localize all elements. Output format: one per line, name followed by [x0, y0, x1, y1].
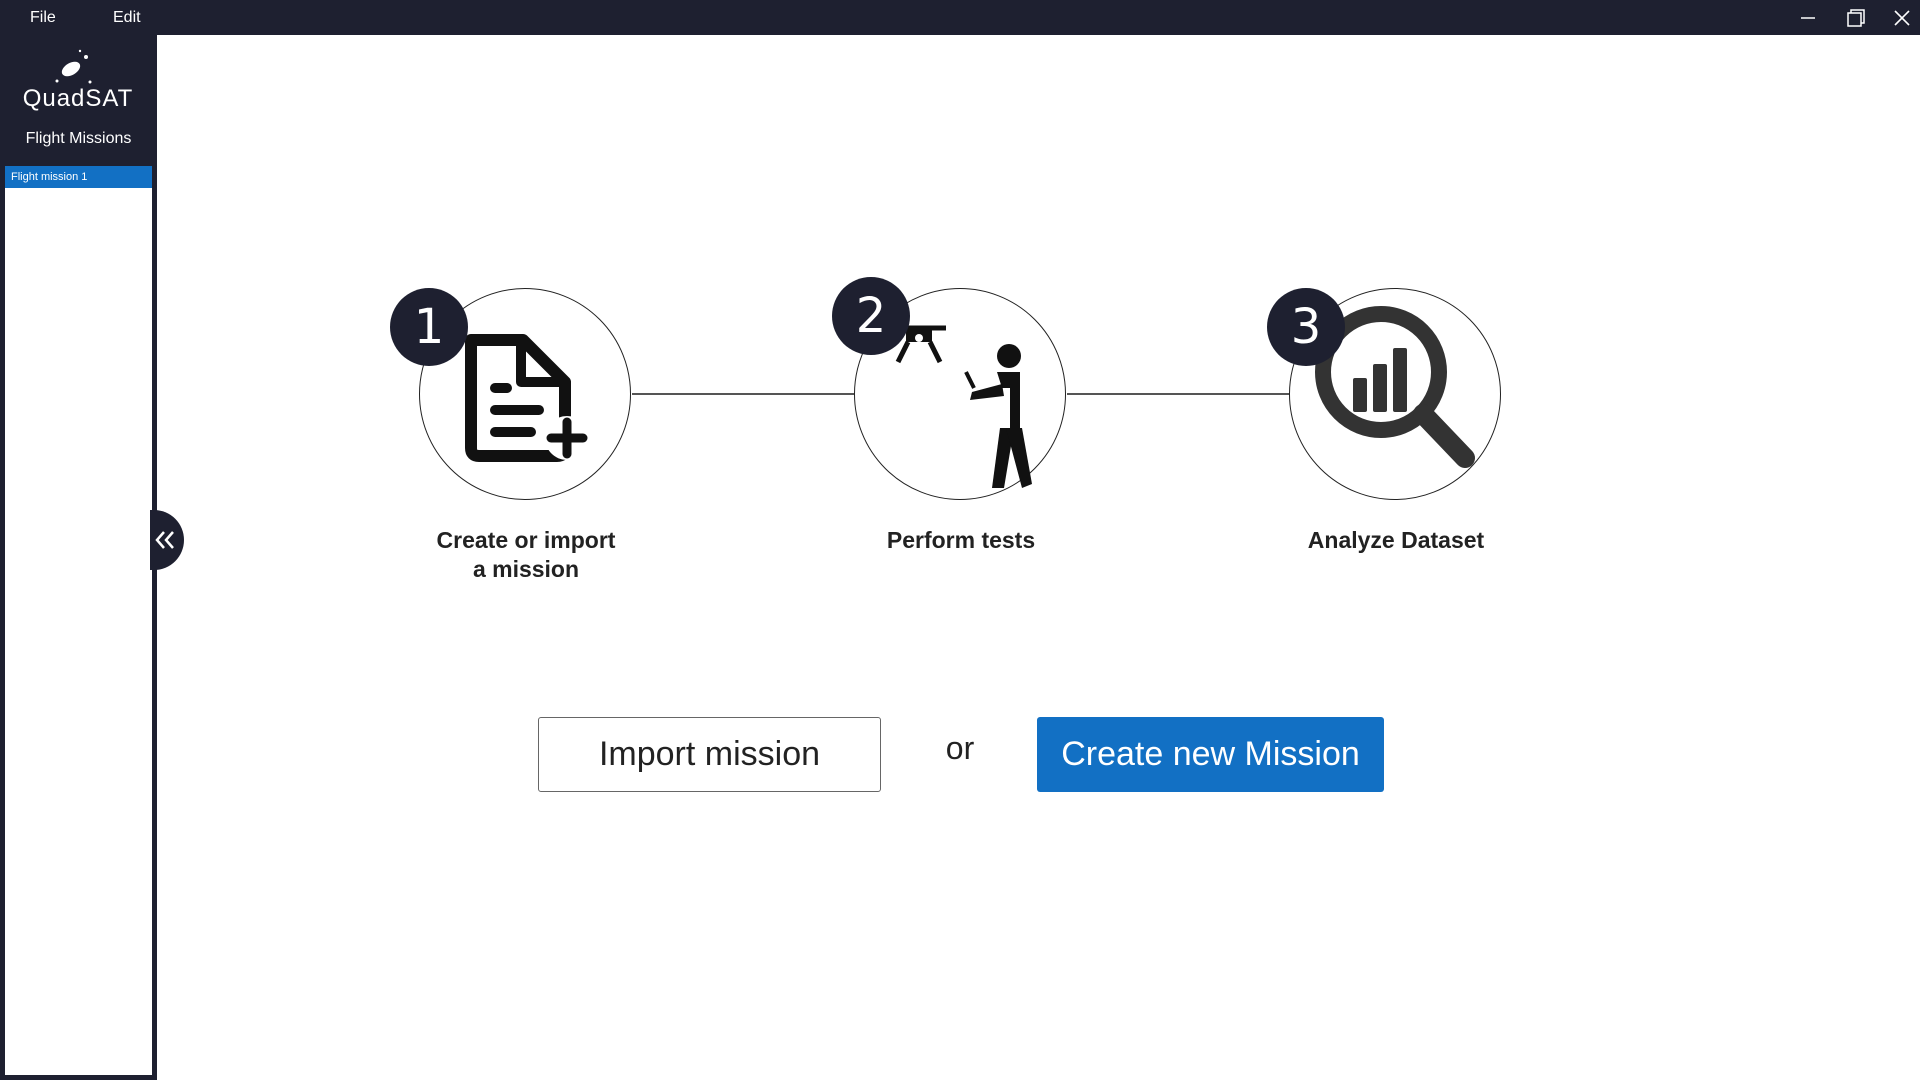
sidebar-title: Flight Missions: [25, 130, 132, 147]
import-mission-button[interactable]: Import mission: [538, 717, 881, 792]
minimize-icon: [1801, 17, 1815, 19]
double-chevron-left-icon: [155, 531, 174, 549]
close-button[interactable]: [1880, 0, 1920, 35]
mission-list: Flight mission 1: [5, 166, 152, 1075]
step-3-label: Analyze Dataset: [1246, 526, 1546, 555]
step-connector: [1067, 393, 1289, 395]
step-1-label-line2: a mission: [472, 556, 580, 582]
maximize-icon: [1847, 9, 1865, 27]
quadsat-logo: QuadSAT: [10, 49, 146, 112]
step-3-label-line1: Analyze Dataset: [1307, 527, 1485, 553]
step-1-badge: 1: [390, 288, 468, 366]
maximize-button[interactable]: [1834, 0, 1878, 35]
step-1-label: Create or import a mission: [376, 526, 676, 584]
close-icon: [1894, 10, 1910, 26]
logo-text: QuadSAT: [22, 85, 134, 112]
or-separator: or: [945, 730, 975, 766]
sidebar: QuadSAT Flight Missions Flight mission 1: [0, 35, 157, 1080]
step-2-badge: 2: [832, 277, 910, 355]
step-connector: [632, 393, 854, 395]
collapse-sidebar-button[interactable]: [150, 510, 184, 570]
menu-file[interactable]: File: [30, 0, 56, 35]
step-1-label-line1: Create or import: [436, 527, 616, 553]
step-3-badge: 3: [1267, 288, 1345, 366]
step-2-label: Perform tests: [811, 526, 1111, 555]
create-mission-button[interactable]: Create new Mission: [1037, 717, 1384, 792]
list-item[interactable]: Flight mission 1: [5, 166, 152, 188]
satellite-logo-icon: [55, 49, 92, 84]
step-2-label-line1: Perform tests: [886, 527, 1036, 553]
title-bar: File Edit: [0, 0, 1920, 35]
menu-edit[interactable]: Edit: [113, 0, 141, 35]
minimize-button[interactable]: [1786, 0, 1830, 35]
